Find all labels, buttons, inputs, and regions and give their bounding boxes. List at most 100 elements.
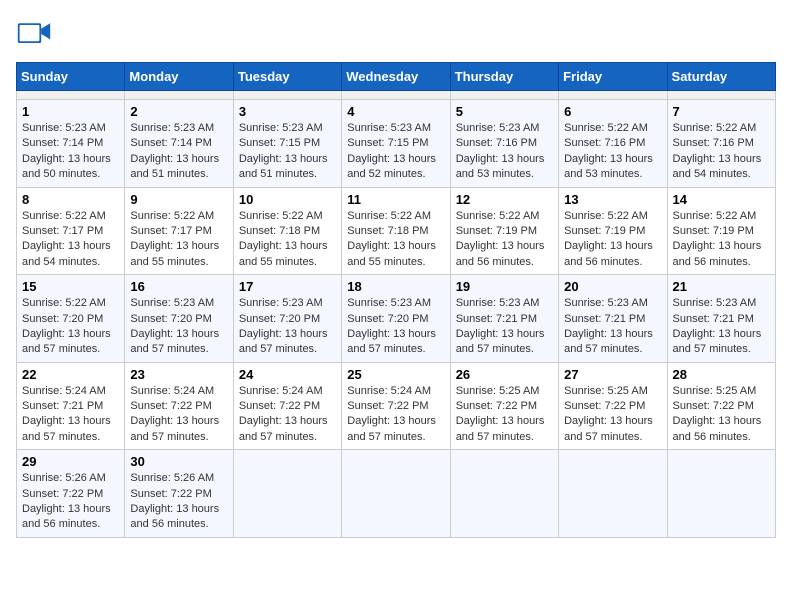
calendar-cell: 21 Sunrise: 5:23 AM Sunset: 7:21 PM Dayli… [667,275,775,363]
calendar-cell: 19 Sunrise: 5:23 AM Sunset: 7:21 PM Dayli… [450,275,558,363]
day-number: 13 [564,192,661,207]
calendar-cell: 13 Sunrise: 5:22 AM Sunset: 7:19 PM Dayli… [559,187,667,275]
calendar-cell: 6 Sunrise: 5:22 AM Sunset: 7:16 PM Daylig… [559,100,667,188]
day-number: 19 [456,279,553,294]
calendar-cell: 14 Sunrise: 5:22 AM Sunset: 7:19 PM Dayli… [667,187,775,275]
day-number: 2 [130,104,227,119]
calendar-cell [342,91,450,100]
calendar-cell: 27 Sunrise: 5:25 AM Sunset: 7:22 PM Dayli… [559,362,667,450]
calendar-cell: 8 Sunrise: 5:22 AM Sunset: 7:17 PM Daylig… [17,187,125,275]
day-info: Sunrise: 5:24 AM Sunset: 7:22 PM Dayligh… [347,384,444,446]
day-info: Sunrise: 5:26 AM Sunset: 7:22 PM Dayligh… [130,471,227,533]
day-info: Sunrise: 5:24 AM Sunset: 7:22 PM Dayligh… [239,384,336,446]
day-number: 21 [673,279,770,294]
calendar-cell: 20Sunrise: 5:23 AM Sunset: 7:21 PM Dayli… [559,275,667,363]
calendar-cell: 9 Sunrise: 5:22 AM Sunset: 7:17 PM Daylig… [125,187,233,275]
calendar-cell [342,450,450,538]
weekday-header-friday: Friday [559,63,667,91]
calendar-cell: 16 Sunrise: 5:23 AM Sunset: 7:20 PM Dayli… [125,275,233,363]
day-info: Sunrise: 5:23 AM Sunset: 7:15 PM Dayligh… [239,121,336,183]
day-info: Sunrise: 5:23 AM Sunset: 7:20 PM Dayligh… [130,296,227,358]
day-info: Sunrise: 5:22 AM Sunset: 7:19 PM Dayligh… [564,209,661,271]
weekday-header-monday: Monday [125,63,233,91]
calendar-cell: 1 Sunrise: 5:23 AM Sunset: 7:14 PM Daylig… [17,100,125,188]
calendar-cell: 12 Sunrise: 5:22 AM Sunset: 7:19 PM Dayli… [450,187,558,275]
day-info: Sunrise: 5:23 AM Sunset: 7:21 PM Dayligh… [673,296,770,358]
day-number: 10 [239,192,336,207]
day-info: Sunrise: 5:22 AM Sunset: 7:18 PM Dayligh… [347,209,444,271]
calendar-cell: 18 Sunrise: 5:23 AM Sunset: 7:20 PM Dayli… [342,275,450,363]
day-info: Sunrise: 5:22 AM Sunset: 7:17 PM Dayligh… [22,209,119,271]
day-number: 17 [239,279,336,294]
calendar-cell [125,91,233,100]
weekday-header-thursday: Thursday [450,63,558,91]
calendar-cell [559,91,667,100]
day-info: Sunrise: 5:25 AM Sunset: 7:22 PM Dayligh… [673,384,770,446]
calendar-cell: 4 Sunrise: 5:23 AM Sunset: 7:15 PM Daylig… [342,100,450,188]
calendar-cell: 22 Sunrise: 5:24 AM Sunset: 7:21 PM Dayli… [17,362,125,450]
day-number: 12 [456,192,553,207]
day-info: Sunrise: 5:23 AM Sunset: 7:14 PM Dayligh… [130,121,227,183]
calendar-cell [233,450,341,538]
calendar-cell [17,91,125,100]
day-info: Sunrise: 5:22 AM Sunset: 7:19 PM Dayligh… [456,209,553,271]
day-number: 27 [564,367,661,382]
calendar-cell: 24Sunrise: 5:24 AM Sunset: 7:22 PM Dayli… [233,362,341,450]
day-info: Sunrise: 5:23 AM Sunset: 7:20 PM Dayligh… [347,296,444,358]
calendar-cell: 28 Sunrise: 5:25 AM Sunset: 7:22 PM Dayli… [667,362,775,450]
page-header [16,16,776,52]
logo-icon [16,16,52,52]
calendar-cell [450,450,558,538]
calendar-cell: 17 Sunrise: 5:23 AM Sunset: 7:20 PM Dayli… [233,275,341,363]
day-number: 28 [673,367,770,382]
day-number: 16 [130,279,227,294]
day-number: 14 [673,192,770,207]
day-number: 6 [564,104,661,119]
day-info: Sunrise: 5:25 AM Sunset: 7:22 PM Dayligh… [456,384,553,446]
day-number: 3 [239,104,336,119]
calendar-cell [450,91,558,100]
day-number: 7 [673,104,770,119]
weekday-header-tuesday: Tuesday [233,63,341,91]
day-number: 1 [22,104,119,119]
day-number: 25 [347,367,444,382]
day-info: Sunrise: 5:23 AM Sunset: 7:21 PM Dayligh… [564,296,661,358]
calendar-cell: 29 Sunrise: 5:26 AM Sunset: 7:22 PM Dayli… [17,450,125,538]
day-info: Sunrise: 5:23 AM Sunset: 7:21 PM Dayligh… [456,296,553,358]
calendar-cell: 3 Sunrise: 5:23 AM Sunset: 7:15 PM Daylig… [233,100,341,188]
day-info: Sunrise: 5:23 AM Sunset: 7:20 PM Dayligh… [239,296,336,358]
day-info: Sunrise: 5:24 AM Sunset: 7:21 PM Dayligh… [22,384,119,446]
day-info: Sunrise: 5:23 AM Sunset: 7:15 PM Dayligh… [347,121,444,183]
day-number: 4 [347,104,444,119]
day-info: Sunrise: 5:22 AM Sunset: 7:17 PM Dayligh… [130,209,227,271]
day-info: Sunrise: 5:26 AM Sunset: 7:22 PM Dayligh… [22,471,119,533]
calendar-cell [667,450,775,538]
day-info: Sunrise: 5:22 AM Sunset: 7:16 PM Dayligh… [564,121,661,183]
day-info: Sunrise: 5:23 AM Sunset: 7:16 PM Dayligh… [456,121,553,183]
day-info: Sunrise: 5:22 AM Sunset: 7:16 PM Dayligh… [673,121,770,183]
day-number: 5 [456,104,553,119]
calendar-cell: 10Sunrise: 5:22 AM Sunset: 7:18 PM Dayli… [233,187,341,275]
calendar-cell [559,450,667,538]
calendar-cell: 26Sunrise: 5:25 AM Sunset: 7:22 PM Dayli… [450,362,558,450]
day-number: 29 [22,454,119,469]
day-number: 9 [130,192,227,207]
calendar-table: SundayMondayTuesdayWednesdayThursdayFrid… [16,62,776,538]
day-number: 15 [22,279,119,294]
day-info: Sunrise: 5:25 AM Sunset: 7:22 PM Dayligh… [564,384,661,446]
day-info: Sunrise: 5:23 AM Sunset: 7:14 PM Dayligh… [22,121,119,183]
day-number: 11 [347,192,444,207]
day-number: 22 [22,367,119,382]
weekday-header-saturday: Saturday [667,63,775,91]
day-number: 8 [22,192,119,207]
calendar-cell: 2 Sunrise: 5:23 AM Sunset: 7:14 PM Daylig… [125,100,233,188]
day-info: Sunrise: 5:24 AM Sunset: 7:22 PM Dayligh… [130,384,227,446]
logo [16,16,56,52]
weekday-header-sunday: Sunday [17,63,125,91]
day-number: 18 [347,279,444,294]
calendar-cell: 30 Sunrise: 5:26 AM Sunset: 7:22 PM Dayli… [125,450,233,538]
calendar-cell: 5 Sunrise: 5:23 AM Sunset: 7:16 PM Daylig… [450,100,558,188]
day-number: 30 [130,454,227,469]
day-info: Sunrise: 5:22 AM Sunset: 7:19 PM Dayligh… [673,209,770,271]
calendar-cell: 11 Sunrise: 5:22 AM Sunset: 7:18 PM Dayli… [342,187,450,275]
